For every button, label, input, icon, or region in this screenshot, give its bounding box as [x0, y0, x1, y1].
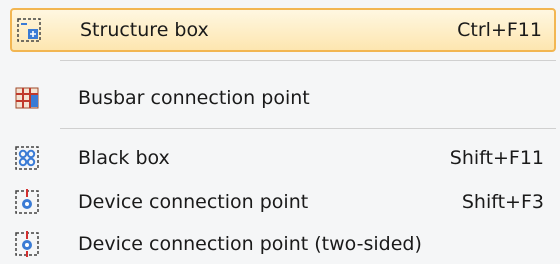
menu-item-structure-box[interactable]: Structure box Ctrl+F11	[10, 8, 556, 52]
menu-item-device-connection-point[interactable]: Device connection point Shift+F3	[10, 180, 556, 224]
menu-separator	[60, 60, 556, 61]
menu-item-shortcut: Ctrl+F11	[457, 19, 542, 41]
menu-item-busbar-connection-point[interactable]: Busbar connection point	[10, 76, 556, 120]
busbar-connection-point-icon	[13, 84, 41, 112]
menu-item-device-connection-point-two-sided[interactable]: Device connection point (two-sided)	[10, 222, 556, 264]
menu-item-label: Busbar connection point	[78, 87, 310, 109]
menu-item-label: Black box	[78, 147, 170, 169]
menu-item-shortcut: Shift+F3	[461, 191, 544, 213]
menu-item-black-box[interactable]: Black box Shift+F11	[10, 136, 556, 180]
device-connection-point-icon	[13, 188, 41, 216]
device-connection-point-two-sided-icon	[13, 230, 41, 258]
menu-separator	[60, 128, 556, 129]
menu-item-label: Device connection point	[78, 191, 309, 213]
context-menu: Structure box Ctrl+F11 Busbar connection…	[0, 0, 560, 264]
black-box-icon	[13, 144, 41, 172]
menu-item-label: Device connection point (two-sided)	[78, 233, 422, 255]
structure-box-icon	[15, 16, 43, 44]
menu-item-label: Structure box	[80, 19, 209, 41]
menu-item-shortcut: Shift+F11	[449, 147, 544, 169]
